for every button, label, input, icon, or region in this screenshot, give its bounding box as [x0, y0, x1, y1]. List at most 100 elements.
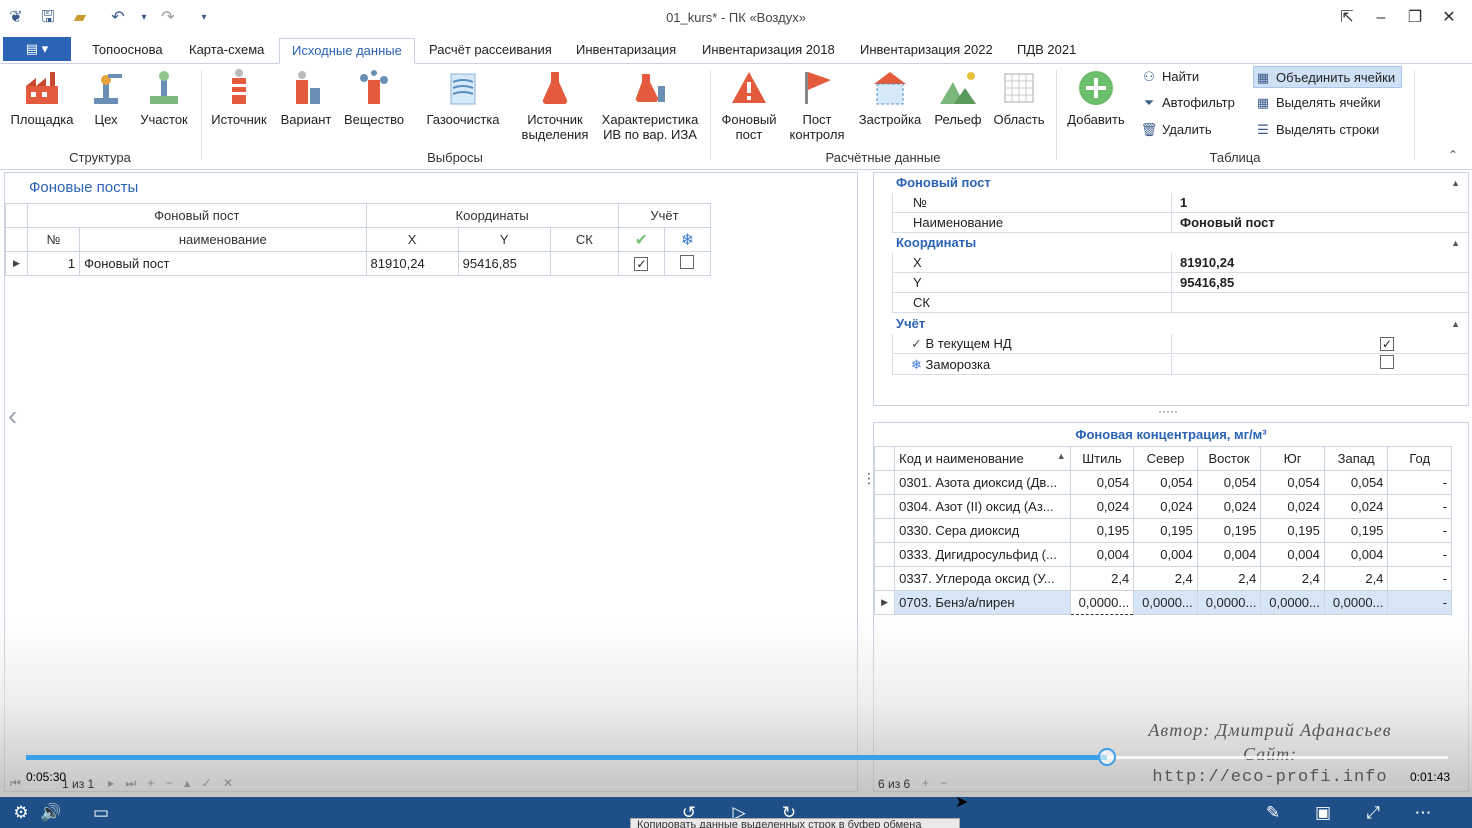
- control-post-button[interactable]: Пост контроля: [786, 68, 848, 142]
- section-post-header[interactable]: Фоновый пост ▲: [874, 173, 1468, 193]
- ck-column-header[interactable]: СК: [549, 227, 619, 252]
- east-column-header[interactable]: Восток: [1196, 446, 1262, 471]
- property-value[interactable]: 1: [1176, 193, 1468, 213]
- value-cell[interactable]: -: [1387, 542, 1452, 567]
- close-button[interactable]: ✕: [1434, 6, 1464, 30]
- code-name-cell[interactable]: 0703. Бенз/а/пирен: [894, 590, 1071, 615]
- fullscreen-icon[interactable]: ⤢: [1360, 801, 1386, 825]
- section-button[interactable]: Участок: [136, 68, 192, 127]
- source-button[interactable]: Источник: [208, 68, 270, 127]
- value-cell[interactable]: 0,0000...: [1196, 590, 1262, 615]
- ck-cell[interactable]: [549, 251, 619, 276]
- table-row[interactable]: 0337. Углерода оксид (У... 2,4 2,4 2,4 2…: [873, 566, 1452, 591]
- value-cell[interactable]: 0,004: [1069, 542, 1135, 567]
- value-cell[interactable]: 0,195: [1323, 518, 1389, 543]
- table-row[interactable]: 0304. Азот (II) оксид (Аз... 0,024 0,024…: [873, 494, 1452, 519]
- frozen-checkbox-cell[interactable]: [663, 251, 712, 276]
- background-post-button[interactable]: Фоновый пост: [716, 68, 782, 142]
- value-cell[interactable]: -: [1387, 494, 1452, 519]
- tab-map-scheme[interactable]: Карта-схема: [177, 38, 276, 64]
- horizontal-splitter-handle[interactable]: ·····: [1158, 404, 1178, 418]
- code-name-cell[interactable]: 0337. Углерода оксид (У...: [894, 566, 1071, 591]
- autofilter-button[interactable]: ⏷ Автофильтр: [1140, 92, 1235, 114]
- y-cell[interactable]: 95416,85: [457, 251, 551, 276]
- tab-topobase[interactable]: Топооснова: [80, 38, 175, 64]
- property-row-x[interactable]: X 81910,24: [892, 253, 1468, 273]
- site-button[interactable]: Площадка: [8, 68, 76, 127]
- ribbon-display-icon[interactable]: ⇱: [1332, 6, 1362, 30]
- y-column-header[interactable]: Y: [457, 227, 551, 252]
- value-cell[interactable]: 0,054: [1196, 470, 1262, 495]
- property-row-freeze[interactable]: ❄ Заморозка: [892, 355, 1468, 375]
- value-cell[interactable]: -: [1387, 470, 1452, 495]
- miniplayer-icon[interactable]: ▣: [1310, 801, 1336, 825]
- property-value[interactable]: Фоновый пост: [1176, 213, 1468, 233]
- code-name-cell[interactable]: 0333. Дигидросульфид (...: [894, 542, 1071, 567]
- collapse-icon[interactable]: ▲: [1451, 233, 1460, 253]
- value-cell[interactable]: 0,195: [1260, 518, 1325, 543]
- gas-cleaning-button[interactable]: Газоочистка: [422, 68, 504, 127]
- iv-characteristic-button[interactable]: Характеристика ИВ по вар. ИЗА: [598, 68, 702, 142]
- settings-icon[interactable]: ⚙: [8, 801, 34, 825]
- code-name-cell[interactable]: 0330. Сера диоксид: [894, 518, 1071, 543]
- value-cell[interactable]: 0,195: [1196, 518, 1262, 543]
- collapse-icon[interactable]: ▲: [1451, 173, 1460, 193]
- collapse-icon[interactable]: ▲: [1451, 314, 1460, 334]
- south-column-header[interactable]: Юг: [1260, 446, 1325, 471]
- west-column-header[interactable]: Запад: [1323, 446, 1389, 471]
- select-rows-button[interactable]: ☰ Выделять строки: [1254, 119, 1379, 141]
- name-cell[interactable]: Фоновый пост: [79, 251, 367, 276]
- volume-icon[interactable]: 🔊: [38, 801, 64, 825]
- delete-button[interactable]: 🗑 Удалить: [1140, 119, 1212, 141]
- code-name-cell[interactable]: 0301. Азота диоксид (Дв...: [894, 470, 1071, 495]
- snowflake-icon[interactable]: ❄: [663, 227, 712, 252]
- pen-icon[interactable]: ✎: [1260, 801, 1286, 825]
- x-column-header[interactable]: X: [365, 227, 459, 252]
- file-menu-button[interactable]: ▤ ▾: [3, 37, 71, 61]
- value-cell[interactable]: 0,024: [1133, 494, 1198, 519]
- section-coords-header[interactable]: Координаты ▲: [874, 233, 1468, 253]
- more-options-icon[interactable]: ⋯: [1410, 801, 1436, 825]
- value-cell[interactable]: 0,054: [1133, 470, 1198, 495]
- property-value[interactable]: 95416,85: [1176, 273, 1468, 293]
- find-button[interactable]: ⚇ Найти: [1140, 66, 1199, 88]
- value-cell[interactable]: 2,4: [1260, 566, 1325, 591]
- value-cell[interactable]: 0,004: [1196, 542, 1262, 567]
- property-row-y[interactable]: Y 95416,85: [892, 273, 1468, 293]
- value-cell[interactable]: 0,024: [1069, 494, 1135, 519]
- name-column-header[interactable]: наименование: [79, 227, 367, 252]
- chevron-left-icon[interactable]: ‹: [8, 400, 17, 432]
- nav-buttons-icon[interactable]: + −: [922, 776, 951, 790]
- freeze-checkbox[interactable]: [1380, 355, 1394, 369]
- maximize-button[interactable]: ❐: [1400, 6, 1430, 30]
- code-name-column-header[interactable]: Код и наименование ▲: [894, 446, 1071, 471]
- table-row[interactable]: 0301. Азота диоксид (Дв... 0,054 0,054 0…: [873, 470, 1452, 495]
- value-cell[interactable]: -: [1387, 590, 1452, 615]
- value-cell[interactable]: 0,0000...: [1323, 590, 1389, 615]
- value-cell[interactable]: 0,004: [1260, 542, 1325, 567]
- minimize-button[interactable]: –: [1366, 6, 1396, 30]
- num-cell[interactable]: 1: [27, 251, 81, 276]
- emission-source-button[interactable]: Источник выделения: [518, 68, 592, 142]
- tab-dispersion-calc[interactable]: Расчёт рассеивания: [417, 38, 564, 64]
- calm-column-header[interactable]: Штиль: [1069, 446, 1135, 471]
- code-name-cell[interactable]: 0304. Азот (II) оксид (Аз...: [894, 494, 1071, 519]
- subtitles-icon[interactable]: ▭: [88, 801, 114, 825]
- value-cell[interactable]: -: [1387, 518, 1452, 543]
- selected-table-row[interactable]: ▶ 0703. Бенз/а/пирен 0,0000... 0,0000...…: [873, 590, 1452, 615]
- freeze-value[interactable]: [1176, 355, 1468, 375]
- workshop-button[interactable]: Цех: [80, 68, 132, 127]
- value-cell[interactable]: 0,024: [1323, 494, 1389, 519]
- nav-buttons-icon[interactable]: ▸ ⏭ + − ▴ ✓ ✕: [108, 776, 237, 791]
- north-column-header[interactable]: Север: [1133, 446, 1198, 471]
- table-row[interactable]: ▶ 1 Фоновый пост 81910,24 95416,85 ✓: [4, 251, 712, 276]
- tab-inventory[interactable]: Инвентаризация: [564, 38, 688, 64]
- area-button[interactable]: Область: [990, 68, 1048, 127]
- value-cell[interactable]: 0,0000...: [1133, 590, 1198, 615]
- property-value[interactable]: 81910,24: [1176, 253, 1468, 273]
- in-current-checkbox[interactable]: ✓: [634, 257, 649, 271]
- collapse-ribbon-icon[interactable]: ⌃: [1448, 148, 1458, 162]
- property-row-name[interactable]: Наименование Фоновый пост: [892, 213, 1468, 233]
- value-cell[interactable]: 2,4: [1133, 566, 1198, 591]
- section-account-header[interactable]: Учёт ▲: [874, 314, 1468, 334]
